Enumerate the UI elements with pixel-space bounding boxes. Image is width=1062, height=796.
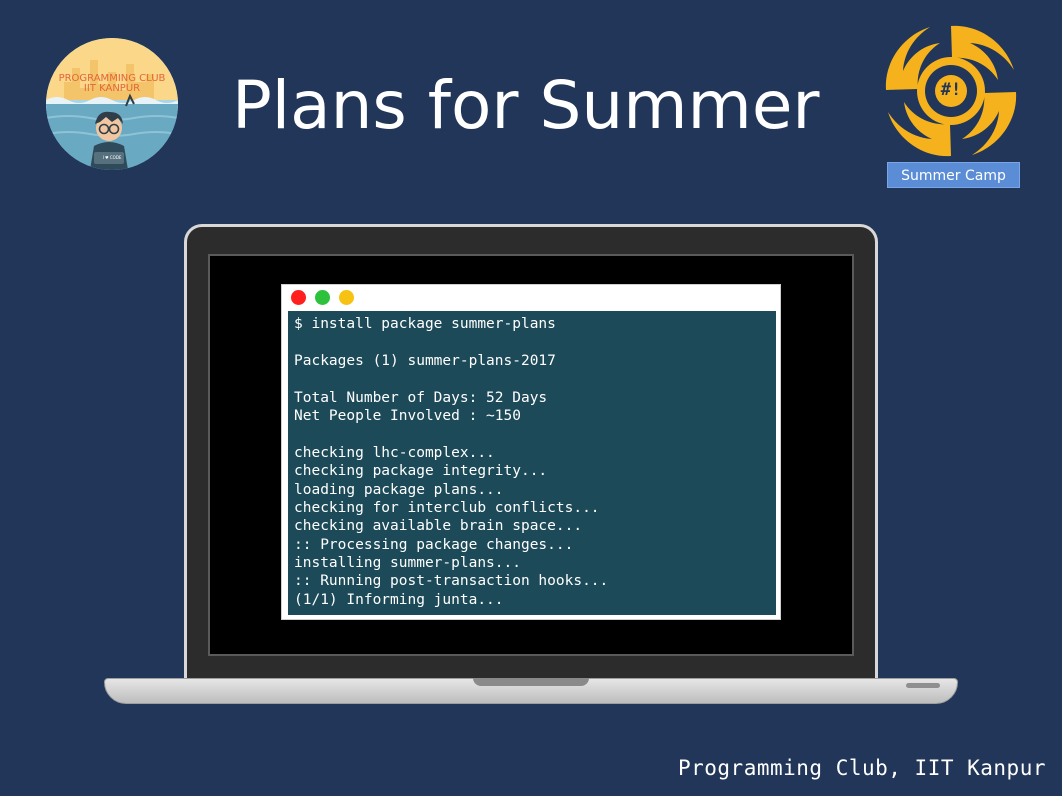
- minimize-window-button[interactable]: [315, 290, 330, 305]
- programming-club-logo-art: [46, 38, 178, 170]
- terminal-line: :: Processing package changes...: [294, 536, 574, 553]
- terminal-line: checking available brain space...: [294, 518, 583, 535]
- terminal-line: $ install package summer-plans: [294, 316, 556, 332]
- laptop-indicator-light: [906, 683, 940, 688]
- logo-shirt-text: I ♥ CODE: [102, 155, 122, 160]
- terminal-line: installing summer-plans...: [294, 555, 521, 572]
- shebang-symbol: #!: [940, 80, 962, 100]
- terminal-title-bar: [282, 285, 780, 311]
- terminal-window: $ install package summer-plans Packages …: [281, 284, 781, 620]
- terminal-line: Total Number of Days: 52 Days: [294, 389, 548, 406]
- close-window-button[interactable]: [291, 290, 306, 305]
- programming-club-logo: PROGRAMMING CLUB IIT KANPUR I ♥ CODE: [46, 38, 178, 170]
- terminal-line: :: Running post-transaction hooks...: [294, 573, 609, 590]
- laptop-notch: [473, 678, 589, 686]
- terminal-output: $ install package summer-plans Packages …: [288, 311, 776, 615]
- slide-footer: Programming Club, IIT Kanpur: [677, 756, 1046, 780]
- terminal-line: loading package plans...: [294, 481, 504, 498]
- maximize-window-button[interactable]: [339, 290, 354, 305]
- terminal-line: checking lhc-complex...: [294, 444, 495, 461]
- slide-title: Plans for Summer: [232, 67, 820, 144]
- terminal-line: Net People Involved : ~150: [294, 407, 521, 424]
- summer-camp-badge: Summer Camp: [887, 162, 1020, 188]
- terminal-line: Packages (1) summer-plans-2017: [294, 352, 556, 369]
- terminal-line: checking for interclub conflicts...: [294, 499, 600, 516]
- terminal-line: (1/1) Informing junta...: [294, 591, 504, 608]
- terminal-line: checking package integrity...: [294, 463, 548, 480]
- logo-line-2: IIT KANPUR: [83, 83, 141, 94]
- summer-camp-logo: #!: [878, 18, 1024, 164]
